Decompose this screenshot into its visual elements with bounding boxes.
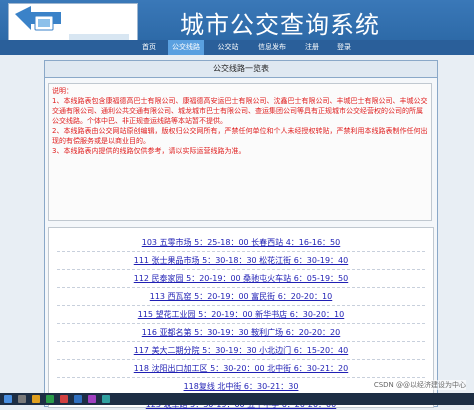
nav-item-bus-lines[interactable]: 公交线路 <box>168 40 204 55</box>
watermark: CSDN @@以经济建设为中心 <box>373 380 466 390</box>
route-link[interactable]: 113 西瓦窑 5：20-19：00 富民街 6：20-20：10 <box>49 291 433 302</box>
nav-item-login[interactable]: 登录 <box>330 40 358 55</box>
route-divider <box>57 287 425 288</box>
app-icon[interactable] <box>60 395 68 403</box>
search-icon[interactable] <box>18 395 26 403</box>
nav-item-bus-stops[interactable]: 公交站 <box>212 40 244 55</box>
taskbar <box>0 393 474 405</box>
notice-box: 说明： 1、本线路表包含康福德高巴士有限公司、康福德高安运巴士有限公司、沈鑫巴士… <box>48 83 432 221</box>
route-divider <box>57 269 425 270</box>
route-link[interactable]: 117 美大二期分院 5：30-19：30 小北边门 6：15-20：40 <box>49 345 433 356</box>
notice-line: 2、本线路表由公交网站原创编辑，版权归公交网所有，严禁任何单位和个人未经授权转贴… <box>52 127 428 145</box>
route-link[interactable]: 115 望花工业园 5：20-19：00 新华书店 6：30-20：10 <box>49 309 433 320</box>
section-title: 公交线路一览表 <box>45 61 437 78</box>
nav-item-news[interactable]: 信息发布 <box>254 40 290 55</box>
notice-line: 3、本线路表内提供的线路仅供参考，请以实际运营线路为准。 <box>52 147 246 155</box>
route-divider <box>57 305 425 306</box>
browser-icon[interactable] <box>46 395 54 403</box>
app-icon[interactable] <box>102 395 110 403</box>
nav-item-home[interactable]: 首页 <box>133 40 165 55</box>
nav-bar: 首页 公交线路 公交站 信息发布 注册 登录 <box>0 40 474 55</box>
route-divider <box>57 251 425 252</box>
route-link[interactable]: 116 亚都名第 5：30-19：30 鞍利广场 6：20-20：20 <box>49 327 433 338</box>
nav-item-register[interactable]: 注册 <box>298 40 326 55</box>
route-link[interactable]: 112 民泰家园 5：20-19：00 桑驰屯火车站 6：05-19：50 <box>49 273 433 284</box>
folder-icon[interactable] <box>32 395 40 403</box>
route-divider <box>57 323 425 324</box>
route-link[interactable]: 111 张士果品市场 5：30-18：30 松花江街 6：30-19：40 <box>49 255 433 266</box>
app-icon[interactable] <box>74 395 82 403</box>
notice-heading: 说明： <box>52 87 73 95</box>
start-icon[interactable] <box>4 395 12 403</box>
main-panel: 公交线路一览表 说明： 1、本线路表包含康福德高巴士有限公司、康福德高安运巴士有… <box>44 60 438 409</box>
app-icon[interactable] <box>88 395 96 403</box>
notice-line: 1、本线路表包含康福德高巴士有限公司、康福德高安运巴士有限公司、沈鑫巴士有限公司… <box>52 97 428 125</box>
page-title: 城市公交查询系统 <box>180 11 380 39</box>
route-link[interactable]: 103 五零市场 5：25-18：00 长春西站 4：16-16：50 <box>49 237 433 248</box>
route-divider <box>57 341 425 342</box>
route-divider <box>57 359 425 360</box>
route-divider <box>57 377 425 378</box>
route-link[interactable]: 118 沈阳出口加工区 5：30-20：00 北中街 6：30-21：20 <box>49 363 433 374</box>
